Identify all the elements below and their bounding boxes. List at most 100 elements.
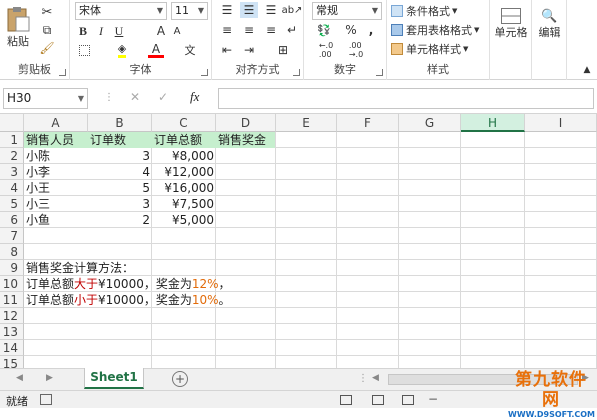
name-box[interactable]: H30 ▼ <box>3 88 88 109</box>
percent-button[interactable]: % <box>344 22 358 38</box>
cell-b1-header[interactable]: 订单数 <box>88 132 152 148</box>
normal-view-icon[interactable] <box>340 395 352 405</box>
font-launcher-icon[interactable] <box>201 69 208 76</box>
increase-indent-button[interactable]: ⇥ <box>240 42 258 58</box>
hscroll-left-icon[interactable]: ◀ <box>372 373 379 383</box>
editing-button[interactable]: 🔍 编辑 <box>533 4 566 44</box>
cell-name[interactable]: 小李 <box>24 164 88 180</box>
cell-name[interactable]: 小三 <box>24 196 88 212</box>
cell-orders[interactable]: 2 <box>88 212 152 228</box>
decrease-indent-button[interactable]: ⇤ <box>218 42 236 58</box>
cell-styles-button[interactable]: 单元格样式 ▼ <box>391 40 486 58</box>
row-header-10[interactable]: 10 <box>0 276 24 292</box>
column-header-a[interactable]: A <box>24 114 88 132</box>
column-header-i[interactable]: I <box>525 114 597 132</box>
wrap-text-button[interactable]: ↵ <box>283 22 301 38</box>
row-header-14[interactable]: 14 <box>0 340 24 356</box>
row-header-5[interactable]: 5 <box>0 196 24 212</box>
cancel-icon[interactable]: ✕ <box>130 90 140 104</box>
cell-c1-header[interactable]: 订单总额 <box>152 132 216 148</box>
row-header-3[interactable]: 3 <box>0 164 24 180</box>
collapse-ribbon-button[interactable]: ▲ <box>580 64 594 76</box>
formula-input[interactable] <box>218 88 594 109</box>
align-left-button[interactable]: ≡ <box>218 22 236 38</box>
column-header-f[interactable]: F <box>337 114 399 132</box>
border-button[interactable] <box>76 42 92 58</box>
cell-orders[interactable]: 3 <box>88 196 152 212</box>
cut-button[interactable]: ✂ <box>38 4 56 20</box>
column-header-d[interactable]: D <box>216 114 276 132</box>
sheet-tab-sheet1[interactable]: Sheet1 <box>84 368 144 389</box>
format-painter-button[interactable]: 🖌 <box>38 40 56 56</box>
cell-name[interactable]: 小陈 <box>24 148 88 164</box>
column-header-g[interactable]: G <box>399 114 461 132</box>
row-header-8[interactable]: 8 <box>0 244 24 260</box>
increase-decimal-button[interactable]: ←.0.00 <box>314 41 338 59</box>
cells-button[interactable]: 单元格 <box>492 4 530 44</box>
number-launcher-icon[interactable] <box>376 69 383 76</box>
cell-name[interactable]: 小鱼 <box>24 212 88 228</box>
column-header-c[interactable]: C <box>152 114 216 132</box>
row-header-7[interactable]: 7 <box>0 228 24 244</box>
font-name-select[interactable]: 宋体 ▼ <box>75 2 167 20</box>
cell-a1-header[interactable]: 销售人员 <box>24 132 88 148</box>
cell-total[interactable]: ¥7,500 <box>152 196 216 212</box>
row-header-1[interactable]: 1 <box>0 132 24 148</box>
tab-split-icon[interactable]: ⋮ <box>358 373 368 384</box>
bold-button[interactable]: B <box>76 23 90 39</box>
cell-total[interactable]: ¥16,000 <box>152 180 216 196</box>
copy-button[interactable]: ⧉ <box>38 22 56 38</box>
cell-d1-header[interactable]: 销售奖金 <box>216 132 276 148</box>
column-header-b[interactable]: B <box>88 114 152 132</box>
cell-orders[interactable]: 5 <box>88 180 152 196</box>
add-sheet-button[interactable]: + <box>172 371 188 387</box>
note-title[interactable]: 销售奖金计算方法： <box>24 260 597 276</box>
italic-button[interactable]: I <box>94 23 108 39</box>
column-header-h[interactable]: H <box>461 114 525 132</box>
row-header-13[interactable]: 13 <box>0 324 24 340</box>
currency-button[interactable]: 💱 <box>314 22 334 38</box>
macro-record-icon[interactable] <box>40 394 52 405</box>
font-color-button[interactable]: A <box>148 42 164 58</box>
paste-button[interactable]: 粘贴 <box>3 2 33 52</box>
decrease-decimal-button[interactable]: .00 →.0 <box>344 41 368 59</box>
zoom-out-icon[interactable]: − <box>428 392 438 406</box>
note-line-note2[interactable]: 订单总额小于¥10000，奖金为10%。 <box>24 292 597 308</box>
cell-orders[interactable]: 3 <box>88 148 152 164</box>
page-break-icon[interactable] <box>402 395 414 405</box>
conditional-format-button[interactable]: 条件格式 ▼ <box>391 2 486 20</box>
grow-font-button[interactable]: A <box>154 23 168 39</box>
enter-icon[interactable]: ✓ <box>158 90 168 104</box>
underline-button[interactable]: U <box>112 23 126 39</box>
comma-button[interactable]: , <box>364 22 378 38</box>
cell-total[interactable]: ¥8,000 <box>152 148 216 164</box>
align-bottom-button[interactable]: ☰ <box>262 2 280 18</box>
cell-orders[interactable]: 4 <box>88 164 152 180</box>
row-header-12[interactable]: 12 <box>0 308 24 324</box>
row-header-6[interactable]: 6 <box>0 212 24 228</box>
row-header-9[interactable]: 9 <box>0 260 24 276</box>
row-header-11[interactable]: 11 <box>0 292 24 308</box>
cell-total[interactable]: ¥5,000 <box>152 212 216 228</box>
scroll-left-icon[interactable]: ◀ <box>16 373 23 383</box>
phonetic-button[interactable]: 文 <box>182 42 198 58</box>
merge-button[interactable]: ⊞ <box>272 42 294 58</box>
alignment-launcher-icon[interactable] <box>293 69 300 76</box>
clipboard-launcher-icon[interactable] <box>59 69 66 76</box>
shrink-font-button[interactable]: A <box>170 23 184 39</box>
row-header-2[interactable]: 2 <box>0 148 24 164</box>
number-format-select[interactable]: 常规 ▼ <box>312 2 382 20</box>
fill-color-button[interactable]: ◈ <box>114 42 130 58</box>
align-top-button[interactable]: ☰ <box>218 2 236 18</box>
scroll-right-icon[interactable]: ▶ <box>46 373 53 383</box>
row-header-4[interactable]: 4 <box>0 180 24 196</box>
column-header-e[interactable]: E <box>276 114 337 132</box>
format-as-table-button[interactable]: 套用表格格式 ▼ <box>391 21 488 39</box>
cell-total[interactable]: ¥12,000 <box>152 164 216 180</box>
insert-function-button[interactable]: fx <box>190 89 199 105</box>
align-center-button[interactable]: ≡ <box>240 22 258 38</box>
note-line-note1[interactable]: 订单总额大于¥10000，奖金为12%， <box>24 276 597 292</box>
align-middle-button[interactable]: ☰ <box>240 2 258 18</box>
font-size-select[interactable]: 11 ▼ <box>171 2 208 20</box>
page-layout-icon[interactable] <box>372 395 384 405</box>
